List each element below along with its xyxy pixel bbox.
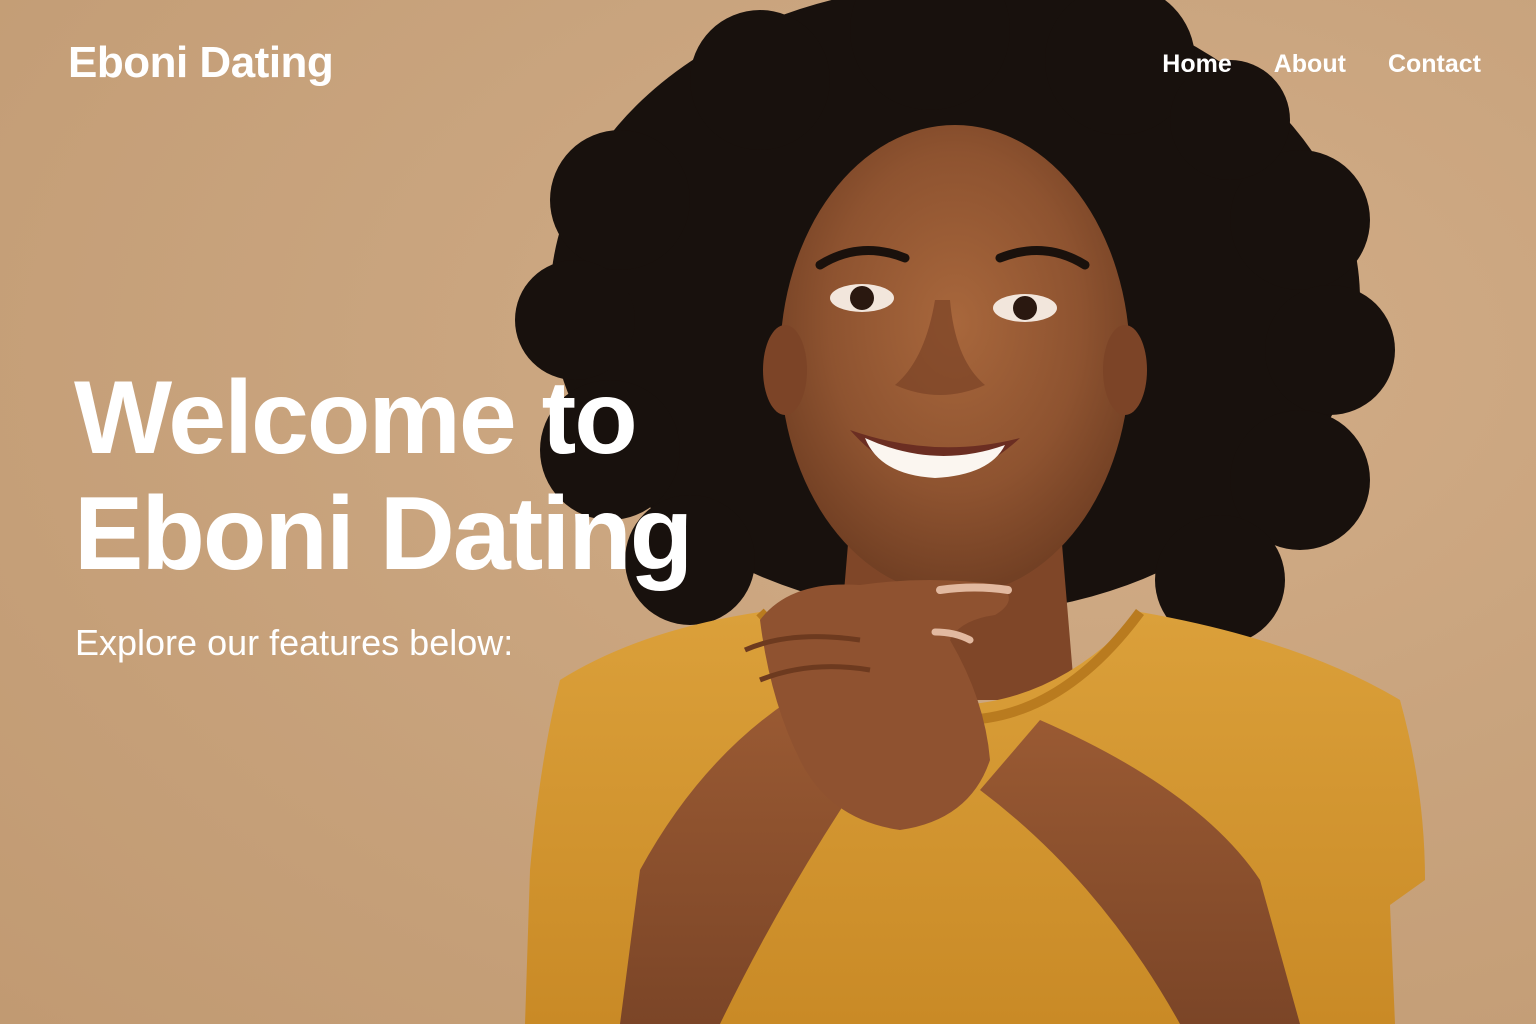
hero-headline-line2: Eboni Dating [74, 476, 693, 592]
nav-link-about[interactable]: About [1274, 50, 1346, 79]
nav-link-contact[interactable]: Contact [1388, 50, 1481, 79]
top-nav: Home About Contact [1162, 50, 1481, 79]
site-logo[interactable]: Eboni Dating [68, 38, 334, 88]
hero-section: Eboni Dating Home About Contact Welcome … [0, 0, 1536, 1024]
hero-headline-line1: Welcome to [74, 360, 638, 476]
hero-subheadline: Explore our features below: [75, 622, 514, 663]
hero-headline: Welcome to Eboni Dating [74, 360, 774, 592]
nav-link-home[interactable]: Home [1162, 50, 1231, 79]
